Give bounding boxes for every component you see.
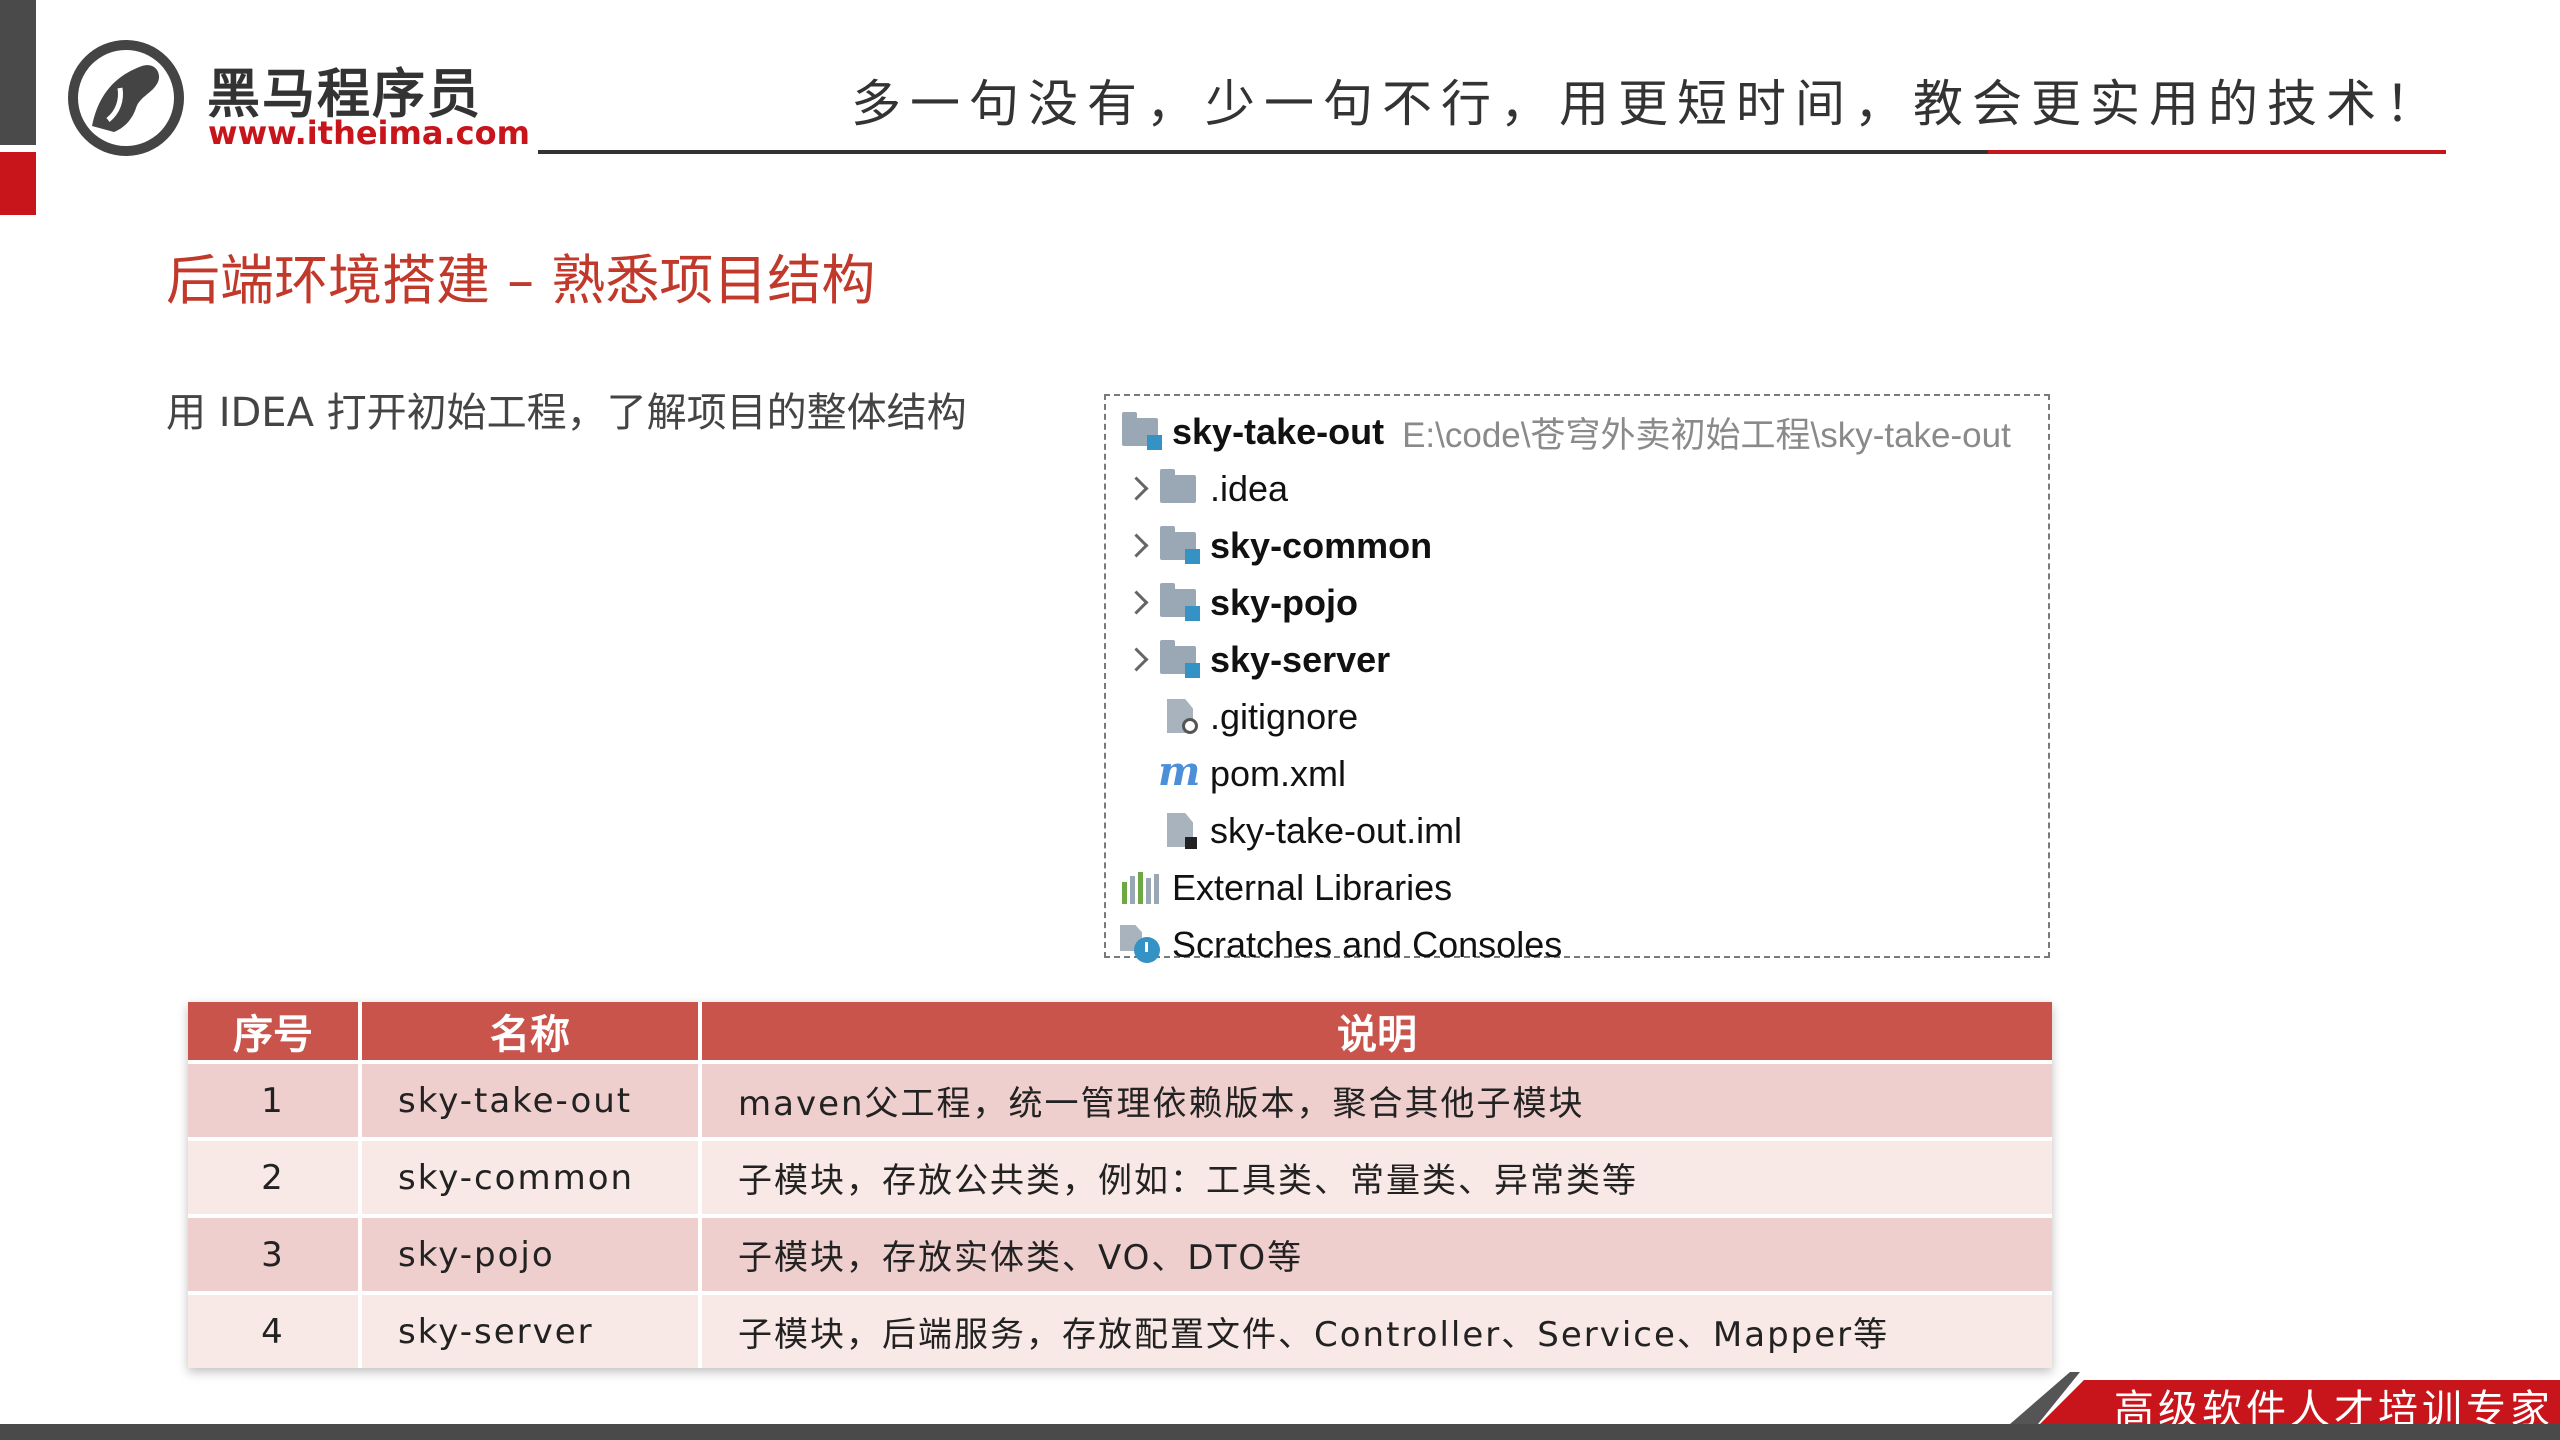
- table-row: 3 sky-pojo 子模块，存放实体类、VO、DTO等: [188, 1214, 2052, 1293]
- row-name: sky-pojo: [360, 1214, 702, 1293]
- brand-url: www.itheima.com: [208, 114, 530, 152]
- module-folder-icon: [1120, 412, 1162, 452]
- intro-text: 用 IDEA 打开初始工程，了解项目的整体结构: [166, 390, 967, 436]
- tree-item-gitignore[interactable]: .gitignore: [1158, 691, 1358, 743]
- tree-item-label: sky-take-out.iml: [1210, 810, 1463, 851]
- tree-item-sky-server[interactable]: sky-server: [1120, 634, 1390, 686]
- module-folder-icon: [1158, 640, 1200, 680]
- row-desc: 子模块，后端服务，存放配置文件、Controller、Service、Mappe…: [700, 1291, 2052, 1368]
- table-header-row: 序号 名称 说明: [188, 1002, 2052, 1062]
- table-row: 4 sky-server 子模块，后端服务，存放配置文件、Controller、…: [188, 1291, 2052, 1368]
- row-desc: maven父工程，统一管理依赖版本，聚合其他子模块: [700, 1060, 2052, 1139]
- row-index: 4: [188, 1291, 362, 1368]
- tree-root-label: sky-take-out: [1172, 411, 1385, 452]
- row-name: sky-take-out: [360, 1060, 702, 1139]
- tree-item-idea[interactable]: .idea: [1120, 463, 1288, 515]
- slogan: 多一句没有，少一句不行，用更短时间，教会更实用的技术！: [851, 75, 2444, 133]
- chevron-right-icon[interactable]: [1120, 520, 1158, 572]
- tree-item-sky-pojo[interactable]: sky-pojo: [1120, 577, 1358, 629]
- tree-item-label: .gitignore: [1210, 696, 1359, 737]
- tree-item-label: .idea: [1210, 468, 1289, 509]
- chevron-right-icon[interactable]: [1120, 577, 1158, 629]
- header-divider-accent: [1988, 150, 2446, 154]
- tree-item-label: Scratches and Consoles: [1172, 924, 1563, 965]
- row-index: 2: [188, 1137, 362, 1216]
- tree-item-iml[interactable]: sky-take-out.iml: [1158, 805, 1462, 857]
- tree-item-scratches[interactable]: Scratches and Consoles: [1120, 919, 1562, 971]
- column-header-desc: 说明: [700, 1002, 2052, 1062]
- tree-item-pom[interactable]: m pom.xml: [1158, 748, 1346, 800]
- row-desc: 子模块，存放实体类、VO、DTO等: [700, 1214, 2052, 1293]
- tree-item-label: sky-server: [1210, 639, 1391, 680]
- maven-icon: m: [1158, 748, 1201, 795]
- table-row: 1 sky-take-out maven父工程，统一管理依赖版本，聚合其他子模块: [188, 1060, 2052, 1139]
- module-table: 序号 名称 说明 1 sky-take-out maven父工程，统一管理依赖版…: [188, 1002, 2052, 1368]
- module-folder-icon: [1158, 526, 1200, 566]
- tree-root-path: E:\code\苍穹外卖初始工程\sky-take-out: [1402, 415, 2011, 455]
- tree-item-external-libraries[interactable]: External Libraries: [1120, 862, 1452, 914]
- tree-item-label: sky-common: [1210, 525, 1433, 566]
- tree-root[interactable]: sky-take-out E:\code\苍穹外卖初始工程\sky-take-o…: [1120, 406, 2011, 458]
- header-divider: [538, 150, 1988, 154]
- row-index: 1: [188, 1060, 362, 1139]
- scratches-icon: [1120, 925, 1162, 965]
- footer-bar: [0, 1424, 2560, 1440]
- column-header-name: 名称: [360, 1002, 702, 1062]
- row-name: sky-common: [360, 1137, 702, 1216]
- row-name: sky-server: [360, 1291, 702, 1368]
- column-header-index: 序号: [188, 1002, 362, 1062]
- folder-icon: [1158, 469, 1200, 509]
- iml-file-icon: [1158, 811, 1200, 851]
- tree-item-sky-common[interactable]: sky-common: [1120, 520, 1432, 572]
- chevron-right-icon[interactable]: [1120, 634, 1158, 686]
- tree-item-label: sky-pojo: [1210, 582, 1359, 623]
- horse-logo-icon: [68, 40, 184, 156]
- gitignore-file-icon: [1158, 697, 1200, 737]
- brand-logo: 黑马程序员 www.itheima.com: [62, 36, 530, 160]
- libraries-icon: [1120, 868, 1162, 908]
- page-title: 后端环境搭建 – 熟悉项目结构: [166, 249, 876, 312]
- tree-item-label: External Libraries: [1172, 867, 1453, 908]
- project-tree: sky-take-out E:\code\苍穹外卖初始工程\sky-take-o…: [1104, 394, 2050, 965]
- row-index: 3: [188, 1214, 362, 1293]
- table-row: 2 sky-common 子模块，存放公共类，例如：工具类、常量类、异常类等: [188, 1137, 2052, 1216]
- chevron-right-icon[interactable]: [1120, 463, 1158, 515]
- row-desc: 子模块，存放公共类，例如：工具类、常量类、异常类等: [700, 1137, 2052, 1216]
- corner-bar-red: [0, 152, 36, 215]
- tree-item-label: pom.xml: [1210, 753, 1347, 794]
- corner-bar-gray: [0, 0, 36, 145]
- module-folder-icon: [1158, 583, 1200, 623]
